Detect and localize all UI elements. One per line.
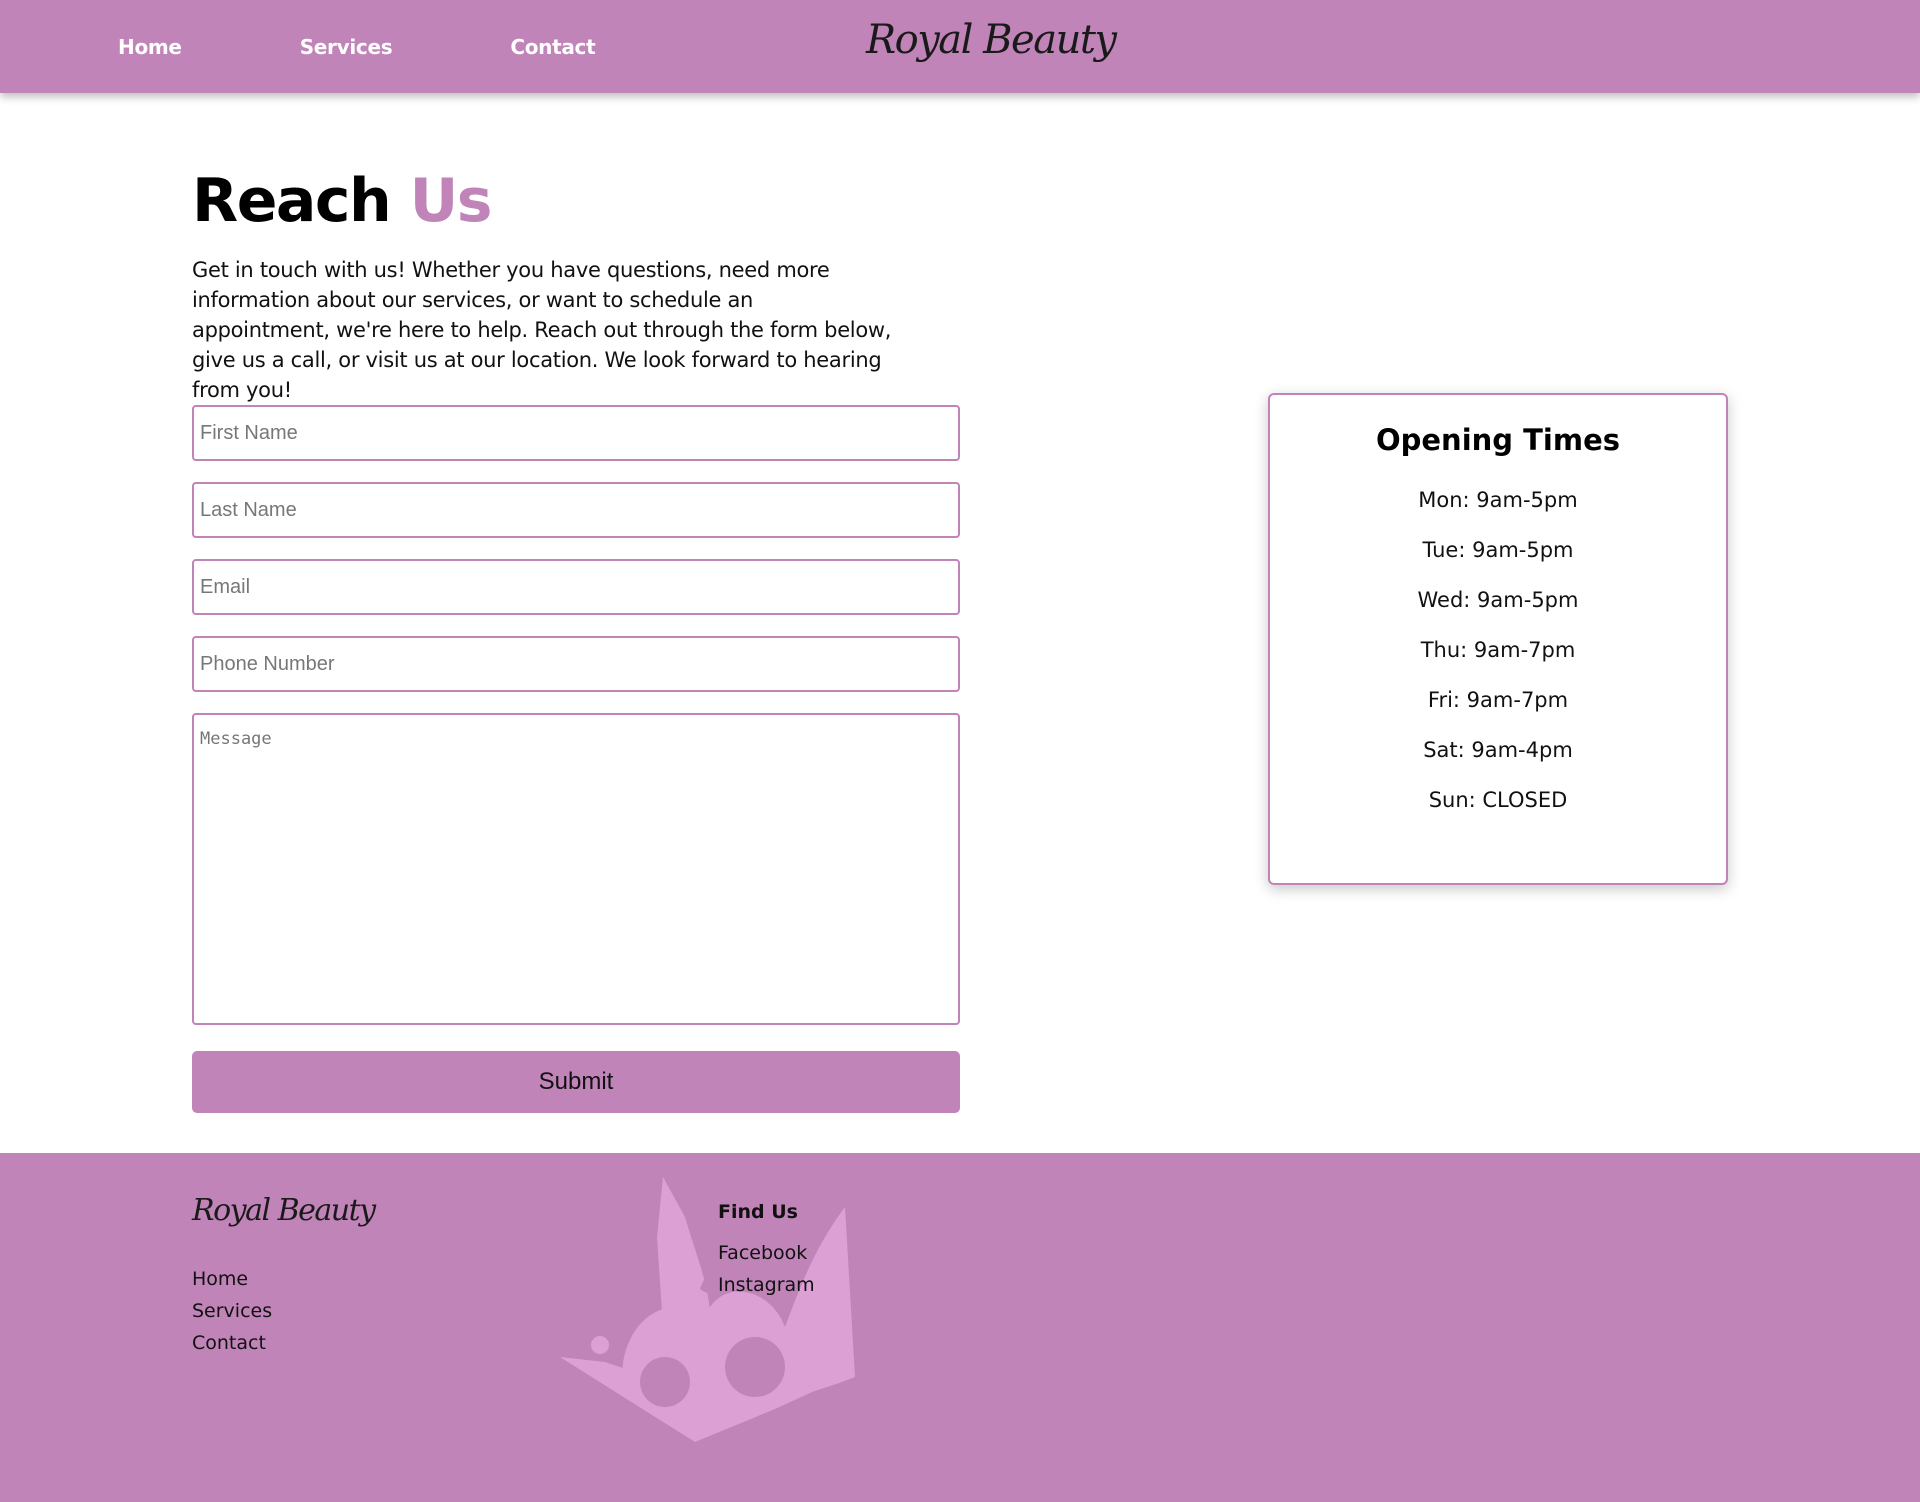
nav-contact-link[interactable]: Contact bbox=[510, 35, 595, 59]
find-us-title: Find Us bbox=[718, 1201, 798, 1223]
hours-item: Fri: 9am-7pm bbox=[1427, 688, 1569, 712]
footer-nav: Home Services Contact bbox=[192, 1263, 272, 1359]
opening-times-card: Opening Times Mon: 9am-5pm Tue: 9am-5pm … bbox=[1268, 393, 1728, 885]
message-textarea[interactable] bbox=[192, 713, 960, 1025]
social-links: Facebook Instagram bbox=[718, 1237, 815, 1301]
last-name-input[interactable] bbox=[192, 482, 960, 538]
site-logo[interactable]: Royal Beauty bbox=[866, 17, 1117, 63]
intro-text: Get in touch with us! Whether you have q… bbox=[192, 258, 892, 402]
phone-number-input[interactable] bbox=[192, 636, 960, 692]
first-name-input[interactable] bbox=[192, 405, 960, 461]
title-accent: Us bbox=[409, 166, 493, 236]
hours-item: Sun: CLOSED bbox=[1428, 788, 1568, 812]
footer-link-services[interactable]: Services bbox=[192, 1295, 272, 1327]
footer-logo[interactable]: Royal Beauty bbox=[192, 1193, 376, 1228]
find-us-section: Find Us Facebook Instagram bbox=[718, 1201, 815, 1301]
submit-button[interactable]: Submit bbox=[192, 1051, 960, 1113]
hours-item: Tue: 9am-5pm bbox=[1422, 538, 1574, 562]
nav-home-link[interactable]: Home bbox=[118, 35, 182, 59]
opening-times-list: Mon: 9am-5pm Tue: 9am-5pm Wed: 9am-5pm T… bbox=[1270, 475, 1726, 825]
email-input[interactable] bbox=[192, 559, 960, 615]
page-title: Reach Us bbox=[192, 166, 493, 236]
crown-icon bbox=[560, 1177, 855, 1442]
site-header: Home Services Contact Royal Beauty bbox=[0, 0, 1920, 93]
hours-item: Wed: 9am-5pm bbox=[1417, 588, 1579, 612]
footer-link-home[interactable]: Home bbox=[192, 1263, 272, 1295]
main-content: Reach Us Get in touch with us! Whether y… bbox=[0, 93, 1920, 1153]
facebook-link[interactable]: Facebook bbox=[718, 1237, 815, 1269]
title-main: Reach bbox=[192, 166, 392, 236]
footer-link-contact[interactable]: Contact bbox=[192, 1327, 272, 1359]
contact-form: Submit bbox=[192, 405, 960, 1113]
instagram-link[interactable]: Instagram bbox=[718, 1269, 815, 1301]
opening-times-title: Opening Times bbox=[1375, 423, 1621, 457]
hours-item: Thu: 9am-7pm bbox=[1420, 638, 1576, 662]
main-nav: Home Services Contact bbox=[118, 0, 713, 93]
site-footer: Royal Beauty Home Services Contact Find … bbox=[0, 1153, 1920, 1502]
nav-services-link[interactable]: Services bbox=[300, 35, 393, 59]
hours-item: Mon: 9am-5pm bbox=[1418, 488, 1578, 512]
hours-item: Sat: 9am-4pm bbox=[1423, 738, 1573, 762]
